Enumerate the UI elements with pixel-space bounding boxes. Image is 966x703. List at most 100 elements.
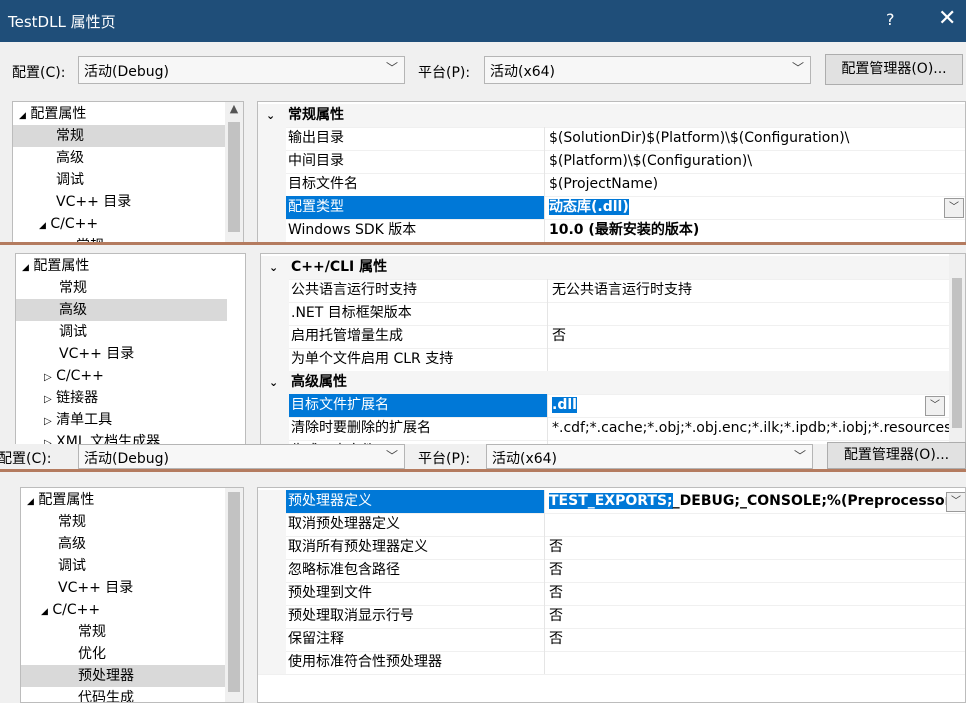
prop-row[interactable]: 忽略标准包含路径 否 — [258, 559, 965, 583]
chevron-down-icon: ﹀ — [793, 449, 806, 463]
config-value: 活动(Debug) — [84, 64, 169, 80]
tree-item-cpp[interactable]: ◢ C/C++ — [21, 599, 225, 621]
scroll-thumb[interactable] — [952, 278, 962, 428]
tree-item-vc-dirs[interactable]: VC++ 目录 — [16, 343, 227, 365]
prop-name: Windows SDK 版本 — [288, 222, 417, 238]
tree-item-debugging[interactable]: 调试 — [16, 321, 227, 343]
chevron-down-icon: ﹀ — [791, 61, 804, 75]
category-general[interactable]: ⌄ 常规属性 — [258, 104, 965, 128]
prop-row[interactable]: 取消预处理器定义 — [258, 513, 965, 537]
prop-name: .NET 目标框架版本 — [291, 305, 412, 321]
config-manager-button[interactable]: 配置管理器(O)... — [827, 442, 966, 469]
row-gutter — [258, 196, 286, 219]
tree-item-cpp-general[interactable]: 常规 — [21, 621, 225, 643]
prop-row[interactable]: 目标文件名 $(ProjectName) — [258, 173, 965, 197]
tree-item-config-props[interactable]: ◢ 配置属性 — [16, 255, 227, 277]
collapsed-icon: ▷ — [44, 372, 52, 383]
tree-item-general[interactable]: 常规 — [16, 277, 227, 299]
scroll-thumb[interactable] — [228, 122, 240, 232]
tree-item-config-props[interactable]: ◢ 配置属性 — [13, 103, 225, 125]
tree-item-config-props[interactable]: ◢ 配置属性 — [21, 489, 225, 511]
prop-row-selected[interactable]: 目标文件扩展名 .dll ﹀ — [261, 394, 951, 418]
prop-row[interactable]: 使用标准符合性预处理器 — [258, 651, 965, 675]
tree-scrollbar[interactable]: ▲ — [225, 102, 243, 242]
property-grid-2: ⌄ C++/CLI 属性 公共语言运行时支持 无公共语言运行时支持 .NET 目… — [260, 253, 966, 453]
scroll-thumb[interactable] — [228, 492, 240, 692]
row-gutter — [258, 582, 286, 605]
prop-row-selected[interactable]: 预处理器定义 TEST_EXPORTS;_DEBUG;_CONSOLE;%(Pr… — [258, 490, 965, 514]
tree-label: 预处理器 — [78, 668, 134, 684]
tree-item-cpp[interactable]: ▷ C/C++ — [16, 365, 227, 387]
prop-row[interactable]: 保留注释 否 — [258, 628, 965, 652]
prop-row[interactable]: 取消所有预处理器定义 否 — [258, 536, 965, 560]
close-button[interactable]: ✕ — [938, 6, 956, 32]
tree-label: 常规 — [59, 280, 87, 296]
tree-item-codegen[interactable]: 代码生成 — [21, 687, 225, 702]
expanded-icon: ◢ — [27, 497, 34, 507]
row-gutter — [258, 490, 286, 513]
category-advanced[interactable]: ⌄ 高级属性 — [261, 371, 951, 395]
tree-item-advanced[interactable]: 高级 — [16, 299, 227, 321]
prop-row-selected[interactable]: 配置类型 动态库(.dll) ﹀ — [258, 196, 965, 220]
category-cli[interactable]: ⌄ C++/CLI 属性 — [261, 256, 951, 280]
tree-item-linker[interactable]: ▷ 链接器 — [16, 387, 227, 409]
prop-row[interactable]: 公共语言运行时支持 无公共语言运行时支持 — [261, 279, 951, 303]
expanded-icon: ◢ — [22, 263, 29, 273]
config-dropdown[interactable]: 活动(Debug) ﹀ — [78, 444, 405, 469]
row-gutter — [258, 150, 286, 173]
prop-name: 保留注释 — [288, 631, 344, 647]
prop-name: 忽略标准包含路径 — [288, 562, 400, 578]
prop-value: 否 — [547, 325, 956, 348]
tree-item-optimization[interactable]: 优化 — [21, 643, 225, 665]
tree-item-advanced[interactable]: 高级 — [13, 147, 225, 169]
prop-name: 预处理取消显示行号 — [288, 608, 414, 624]
tree-item-vc-dirs[interactable]: VC++ 目录 — [21, 577, 225, 599]
tree-label: C/C++ — [52, 602, 101, 618]
value-dropdown-icon[interactable]: ﹀ — [925, 396, 945, 416]
prop-row[interactable]: 为单个文件启用 CLR 支持 — [261, 348, 951, 372]
prop-row[interactable]: 预处理到文件 否 — [258, 582, 965, 606]
value-dropdown-icon[interactable]: ﹀ — [946, 492, 965, 512]
tree-item-debugging[interactable]: 调试 — [21, 555, 225, 577]
prop-row[interactable]: .NET 目标框架版本 — [261, 302, 951, 326]
prop-value — [544, 651, 965, 674]
scroll-up-icon[interactable]: ▲ — [225, 102, 243, 120]
tree-item-manifest[interactable]: ▷ 清单工具 — [16, 409, 227, 431]
property-grid-1: ⌄ 常规属性 输出目录 $(SolutionDir)$(Platform)\$(… — [257, 101, 966, 243]
prop-name: 目标文件名 — [288, 176, 358, 192]
row-gutter — [258, 219, 286, 242]
prop-name: 为单个文件启用 CLR 支持 — [291, 351, 454, 367]
tree-item-cpp[interactable]: ◢ C/C++ — [13, 213, 225, 235]
prop-name: 输出目录 — [288, 130, 344, 146]
prop-name: 公共语言运行时支持 — [291, 282, 417, 298]
prop-row[interactable]: 预处理取消显示行号 否 — [258, 605, 965, 629]
tree-label: VC++ 目录 — [56, 194, 132, 210]
tree-item-general[interactable]: 常规 — [13, 125, 225, 147]
platform-dropdown[interactable]: 活动(x64) ﹀ — [484, 56, 811, 84]
row-gutter — [261, 302, 289, 325]
tree-label: 配置属性 — [30, 106, 87, 122]
row-gutter — [258, 628, 286, 651]
tree-item-debugging[interactable]: 调试 — [13, 169, 225, 191]
help-button[interactable]: ? — [886, 10, 895, 29]
tree-item-vc-dirs[interactable]: VC++ 目录 — [13, 191, 225, 213]
prop-row[interactable]: 输出目录 $(SolutionDir)$(Platform)\$(Configu… — [258, 127, 965, 151]
prop-value-cell[interactable]: TEST_EXPORTS;_DEBUG;_CONSOLE;%(Preproces… — [544, 490, 949, 513]
value-dropdown-icon[interactable]: ﹀ — [944, 198, 964, 218]
tree-item-advanced[interactable]: 高级 — [21, 533, 225, 555]
prop-row[interactable]: 启用托管增量生成 否 — [261, 325, 951, 349]
tree-label: C/C++ — [56, 368, 104, 384]
prop-value-cell[interactable]: 动态库(.dll) — [544, 196, 965, 219]
config-dropdown[interactable]: 活动(Debug) ﹀ — [78, 56, 405, 84]
platform-label: 平台(P): — [418, 65, 471, 81]
tree-item-general[interactable]: 常规 — [21, 511, 225, 533]
prop-row[interactable]: 清除时要删除的扩展名 *.cdf;*.cache;*.obj;*.obj.enc… — [261, 417, 951, 441]
prop-row[interactable]: 中间目录 $(Platform)\$(Configuration)\ — [258, 150, 965, 174]
platform-dropdown[interactable]: 活动(x64) ﹀ — [486, 444, 813, 469]
tree-item-preprocessor[interactable]: 预处理器 — [21, 665, 225, 687]
tree-scrollbar[interactable] — [225, 488, 243, 702]
grid-scrollbar[interactable] — [949, 254, 965, 452]
prop-row[interactable]: Windows SDK 版本 10.0 (最新安装的版本) — [258, 219, 965, 242]
config-manager-button[interactable]: 配置管理器(O)... — [825, 54, 963, 85]
prop-value-cell[interactable]: .dll — [547, 394, 956, 417]
